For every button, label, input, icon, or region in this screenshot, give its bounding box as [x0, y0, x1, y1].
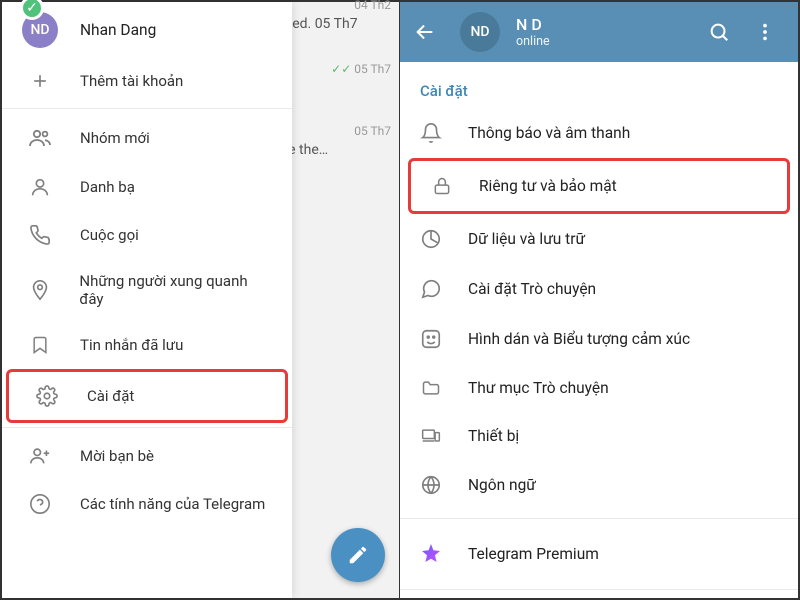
sidebar-item-invite-friends[interactable]: Mời bạn bè	[2, 432, 292, 480]
compose-fab[interactable]	[331, 528, 385, 582]
drawer-sidebar: ND Nhan Dang Thêm tài khoản Nhóm mới	[2, 2, 292, 598]
more-button[interactable]	[754, 21, 784, 43]
divider	[400, 589, 798, 590]
more-vertical-icon	[754, 21, 784, 43]
setting-label: Cài đặt Trò chuyện	[468, 280, 596, 298]
setting-item-folders[interactable]: Thư mục Trò chuyện	[400, 364, 798, 412]
setting-item-stickers[interactable]: Hình dán và Biểu tượng cảm xúc	[400, 314, 798, 364]
settings-scroll[interactable]: Cài đặt Thông báo và âm thanh Riêng tư v…	[400, 62, 798, 598]
smile-icon	[418, 328, 444, 350]
header-subtitle: online	[516, 34, 692, 49]
gear-icon	[29, 385, 65, 407]
setting-label: Ngôn ngữ	[468, 476, 536, 494]
bookmark-icon	[22, 334, 58, 356]
setting-item-devices[interactable]: Thiết bị	[400, 412, 798, 460]
sidebar-item-new-group[interactable]: Nhóm mới	[2, 113, 292, 163]
pencil-icon	[347, 544, 369, 566]
menu-label: Cuộc gọi	[80, 226, 139, 244]
menu-label: Các tính năng của Telegram	[80, 495, 265, 513]
plus-icon	[22, 71, 58, 91]
sidebar-item-calls[interactable]: Cuộc gọi	[2, 211, 292, 259]
setting-item-data-storage[interactable]: Dữ liệu và lưu trữ	[400, 214, 798, 264]
menu-label: Thêm tài khoản	[80, 72, 183, 90]
menu-label: Những người xung quanh đây	[79, 272, 272, 308]
add-user-icon	[22, 445, 58, 467]
chat-time: 04 Th2	[354, 0, 391, 12]
setting-item-privacy[interactable]: Riêng tư và bảo mật	[408, 158, 790, 214]
sidebar-item-telegram-features[interactable]: Các tính năng của Telegram	[2, 480, 292, 528]
account-row[interactable]: ND Nhan Dang	[2, 2, 292, 58]
pie-icon	[418, 228, 444, 250]
folder-icon	[418, 378, 444, 398]
divider	[2, 108, 292, 109]
contact-icon	[22, 176, 58, 198]
sidebar-item-settings[interactable]: Cài đặt	[6, 369, 288, 423]
menu-label: Mời bạn bè	[80, 447, 154, 465]
sidebar-item-people-nearby[interactable]: Những người xung quanh đây	[2, 259, 292, 321]
phone-icon	[22, 224, 58, 246]
settings-header: ND N D online	[400, 2, 798, 62]
setting-label: Hình dán và Biểu tượng cảm xúc	[468, 330, 690, 348]
sidebar-item-contacts[interactable]: Danh bạ	[2, 163, 292, 211]
menu-label: Nhóm mới	[80, 129, 150, 147]
nearby-icon	[22, 279, 57, 301]
setting-label: Telegram Premium	[468, 545, 599, 563]
divider	[400, 518, 798, 519]
divider	[2, 427, 292, 428]
search-button[interactable]	[708, 21, 738, 43]
arrow-left-icon	[414, 21, 444, 43]
search-icon	[708, 21, 738, 43]
menu-label: Tin nhắn đã lưu	[80, 336, 183, 354]
setting-item-language[interactable]: Ngôn ngữ	[400, 460, 798, 510]
globe-icon	[418, 474, 444, 496]
setting-label: Thư mục Trò chuyện	[468, 379, 609, 397]
group-icon	[22, 126, 58, 150]
back-button[interactable]	[414, 21, 444, 43]
section-title-settings: Cài đặt	[400, 74, 798, 108]
setting-item-premium[interactable]: Telegram Premium	[400, 527, 798, 581]
setting-label: Dữ liệu và lưu trữ	[468, 230, 585, 248]
setting-label: Thông báo và âm thanh	[468, 124, 630, 142]
right-pane: ND N D online Cài đặt	[400, 2, 798, 598]
add-account-button[interactable]: Thêm tài khoản	[2, 58, 292, 104]
header-title: N D	[516, 15, 692, 34]
bell-icon	[418, 122, 444, 144]
chat-time: 05 Th7	[354, 124, 391, 138]
chat-icon	[418, 278, 444, 300]
star-icon	[418, 541, 444, 567]
help-icon	[22, 493, 58, 515]
devices-icon	[418, 426, 444, 446]
sidebar-item-saved-messages[interactable]: Tin nhắn đã lưu	[2, 321, 292, 369]
setting-label: Riêng tư và bảo mật	[479, 177, 617, 195]
menu-label: Cài đặt	[87, 387, 134, 405]
setting-item-chat-settings[interactable]: Cài đặt Trò chuyện	[400, 264, 798, 314]
chat-time: 05 Th7	[331, 62, 391, 76]
account-name: Nhan Dang	[80, 21, 156, 39]
left-pane: ✓ 04 Th2 anged. 05 Th7 05 Th7 05 Th7 l m…	[2, 2, 400, 598]
chat-list-background: 04 Th2 anged. 05 Th7 05 Th7 05 Th7 l me …	[289, 2, 399, 598]
setting-item-notifications[interactable]: Thông báo và âm thanh	[400, 108, 798, 158]
menu-label: Danh bạ	[80, 178, 135, 196]
lock-icon	[429, 175, 455, 197]
setting-label: Thiết bị	[468, 427, 519, 445]
header-avatar: ND	[460, 12, 500, 52]
